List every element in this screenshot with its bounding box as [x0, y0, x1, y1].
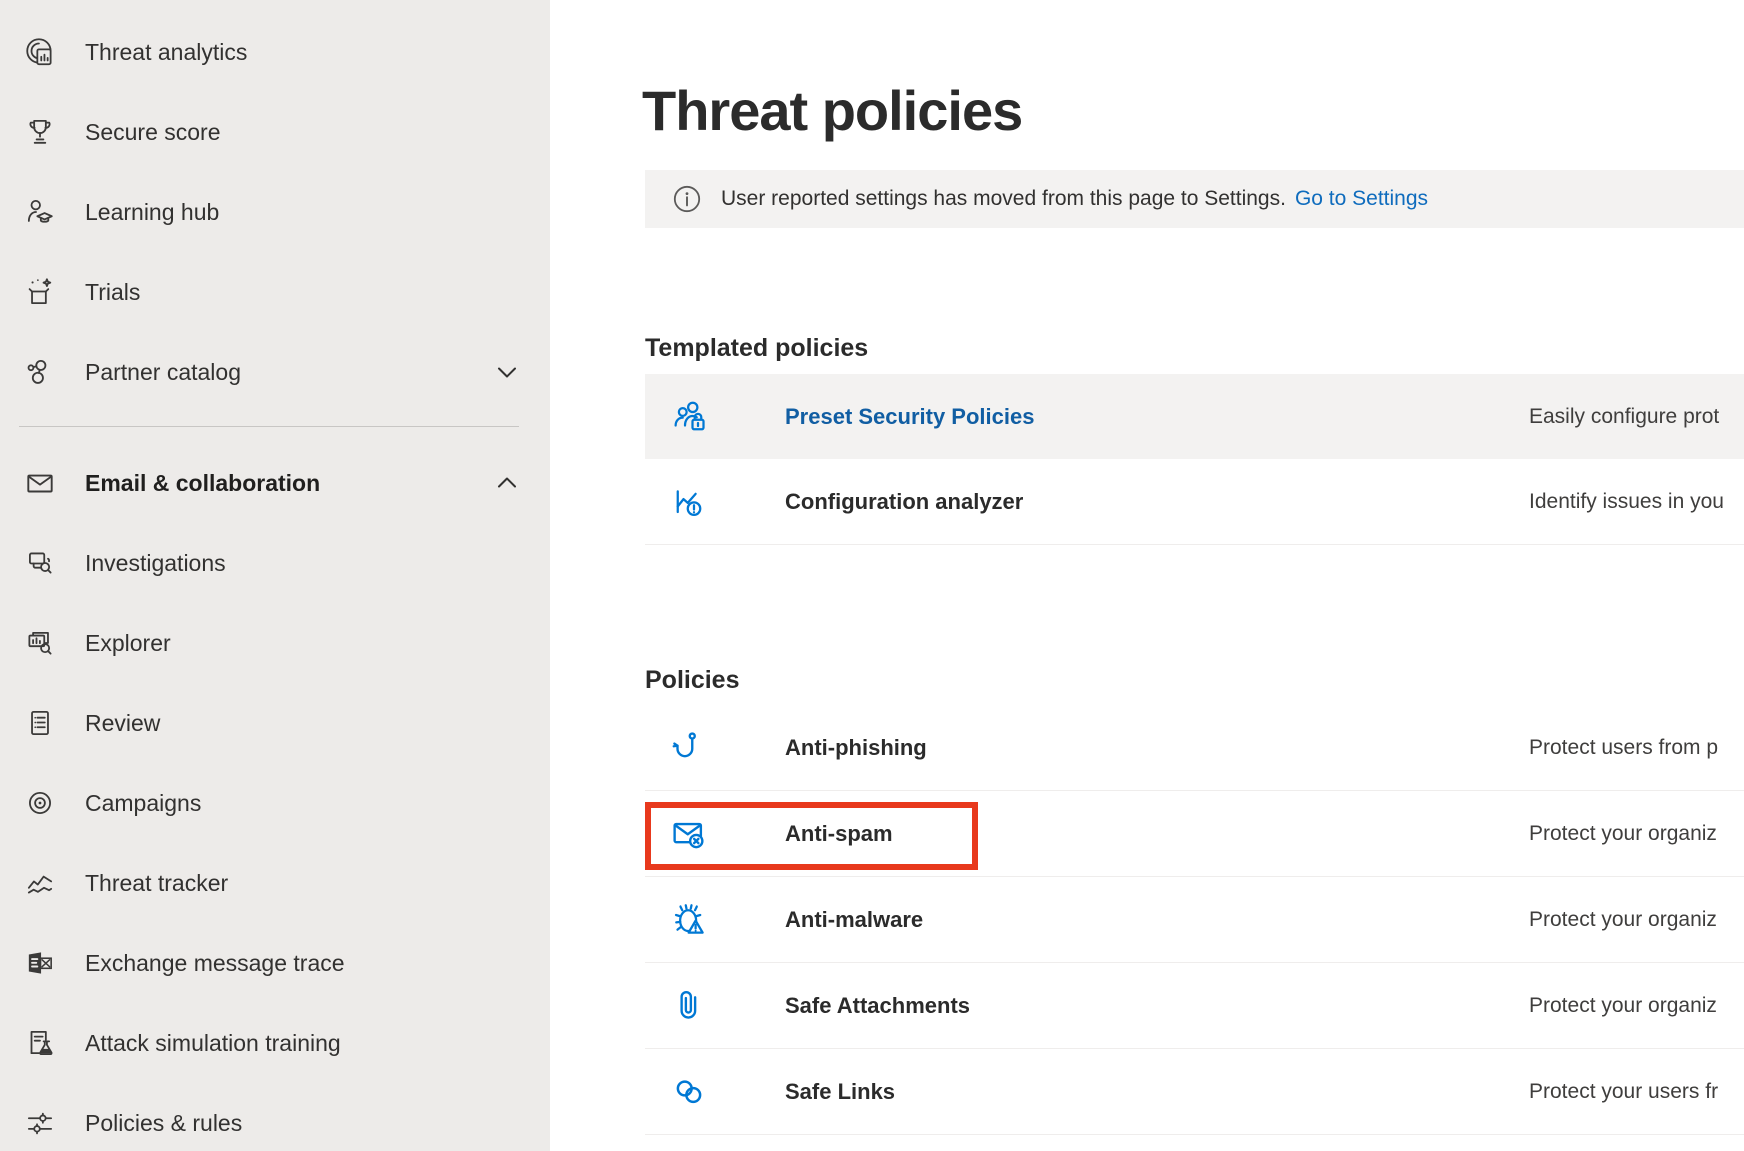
safe-attachments-paperclip-icon	[669, 986, 709, 1026]
review-icon	[22, 705, 58, 741]
row-anti-phishing[interactable]: Anti-phishing Protect users from p	[645, 705, 1744, 791]
row-label: Anti-malware	[785, 907, 923, 933]
safe-links-chain-icon	[669, 1072, 709, 1112]
main-content: Threat policies User reported settings h…	[645, 0, 1744, 1151]
sidebar-item-threat-analytics[interactable]: Threat analytics	[0, 12, 550, 92]
sidebar-item-label: Attack simulation training	[85, 1030, 341, 1057]
row-anti-malware[interactable]: Anti-malware Protect your organiz	[645, 877, 1744, 963]
policies-heading: Policies	[645, 666, 740, 695]
policies-rules-icon	[22, 1105, 58, 1141]
templated-policies-heading: Templated policies	[645, 334, 868, 363]
info-icon	[672, 184, 702, 214]
sidebar-item-label: Partner catalog	[85, 359, 241, 386]
sidebar-item-policies-rules[interactable]: Policies & rules	[0, 1083, 550, 1151]
sidebar-item-label: Explorer	[85, 630, 171, 657]
row-label: Anti-phishing	[785, 735, 927, 761]
sidebar-item-secure-score[interactable]: Secure score	[0, 92, 550, 172]
row-label: Anti-spam	[785, 821, 893, 847]
row-description: Protect your organiz	[1529, 822, 1717, 846]
sidebar-item-label: Exchange message trace	[85, 950, 345, 977]
row-label: Preset Security Policies	[785, 404, 1034, 430]
sidebar-item-attack-simulation-training[interactable]: Attack simulation training	[0, 1003, 550, 1083]
threat-policies-page: Threat analytics Secure score	[0, 0, 1744, 1151]
preset-security-icon	[669, 397, 709, 437]
sidebar-item-label: Review	[85, 710, 160, 737]
row-description: Protect your organiz	[1529, 994, 1717, 1018]
row-preset-security-policies[interactable]: Preset Security Policies Easily configur…	[645, 374, 1744, 459]
row-description: Protect users from p	[1529, 736, 1718, 760]
email-collaboration-icon	[22, 465, 58, 501]
row-configuration-analyzer[interactable]: Configuration analyzer Identify issues i…	[645, 459, 1744, 545]
sidebar-divider	[19, 426, 519, 427]
anti-malware-bug-icon	[669, 900, 709, 940]
info-banner: User reported settings has moved from th…	[645, 170, 1744, 228]
sidebar-item-label: Learning hub	[85, 199, 219, 226]
row-label: Safe Links	[785, 1079, 895, 1105]
sidebar-item-exchange-message-trace[interactable]: Exchange message trace	[0, 923, 550, 1003]
sidebar-item-label: Campaigns	[85, 790, 201, 817]
sidebar-item-label: Threat analytics	[85, 39, 247, 66]
anti-phishing-hook-icon	[669, 728, 709, 768]
go-to-settings-link[interactable]: Go to Settings	[1295, 187, 1428, 211]
left-navigation-sidebar: Threat analytics Secure score	[0, 0, 550, 1151]
campaigns-icon	[22, 785, 58, 821]
threat-analytics-icon	[22, 34, 58, 70]
row-safe-attachments[interactable]: Safe Attachments Protect your organiz	[645, 963, 1744, 1049]
trials-icon	[22, 274, 58, 310]
sidebar-item-email-collaboration[interactable]: Email & collaboration	[0, 443, 550, 523]
sidebar-item-explorer[interactable]: Explorer	[0, 603, 550, 683]
page-title: Threat policies	[642, 78, 1022, 143]
sidebar-item-label: Email & collaboration	[85, 470, 320, 497]
sidebar-item-label: Policies & rules	[85, 1110, 242, 1137]
threat-tracker-icon	[22, 865, 58, 901]
chevron-up-icon[interactable]	[494, 470, 520, 496]
sidebar-item-investigations[interactable]: Investigations	[0, 523, 550, 603]
exchange-message-trace-icon	[22, 945, 58, 981]
sidebar-item-threat-tracker[interactable]: Threat tracker	[0, 843, 550, 923]
row-description: Identify issues in you	[1529, 490, 1724, 514]
sidebar-item-learning-hub[interactable]: Learning hub	[0, 172, 550, 252]
explorer-icon	[22, 625, 58, 661]
configuration-analyzer-icon	[669, 482, 709, 522]
row-label: Configuration analyzer	[785, 489, 1023, 515]
investigations-icon	[22, 545, 58, 581]
anti-spam-envelope-icon	[669, 814, 709, 854]
sidebar-item-review[interactable]: Review	[0, 683, 550, 763]
row-description: Easily configure prot	[1529, 405, 1719, 429]
row-anti-spam[interactable]: Anti-spam Protect your organiz	[645, 791, 1744, 877]
sidebar-item-label: Investigations	[85, 550, 226, 577]
chevron-down-icon[interactable]	[494, 359, 520, 385]
row-description: Protect your organiz	[1529, 908, 1717, 932]
sidebar-item-trials[interactable]: Trials	[0, 252, 550, 332]
sidebar-item-partner-catalog[interactable]: Partner catalog	[0, 332, 550, 412]
row-safe-links[interactable]: Safe Links Protect your users fr	[645, 1049, 1744, 1135]
sidebar-item-label: Trials	[85, 279, 140, 306]
secure-score-icon	[22, 114, 58, 150]
partner-catalog-icon	[22, 354, 58, 390]
sidebar-item-label: Secure score	[85, 119, 221, 146]
learning-hub-icon	[22, 194, 58, 230]
sidebar-item-label: Threat tracker	[85, 870, 228, 897]
row-label: Safe Attachments	[785, 993, 970, 1019]
attack-simulation-icon	[22, 1025, 58, 1061]
banner-message: User reported settings has moved from th…	[721, 187, 1286, 211]
row-description: Protect your users fr	[1529, 1080, 1718, 1104]
sidebar-item-campaigns[interactable]: Campaigns	[0, 763, 550, 843]
